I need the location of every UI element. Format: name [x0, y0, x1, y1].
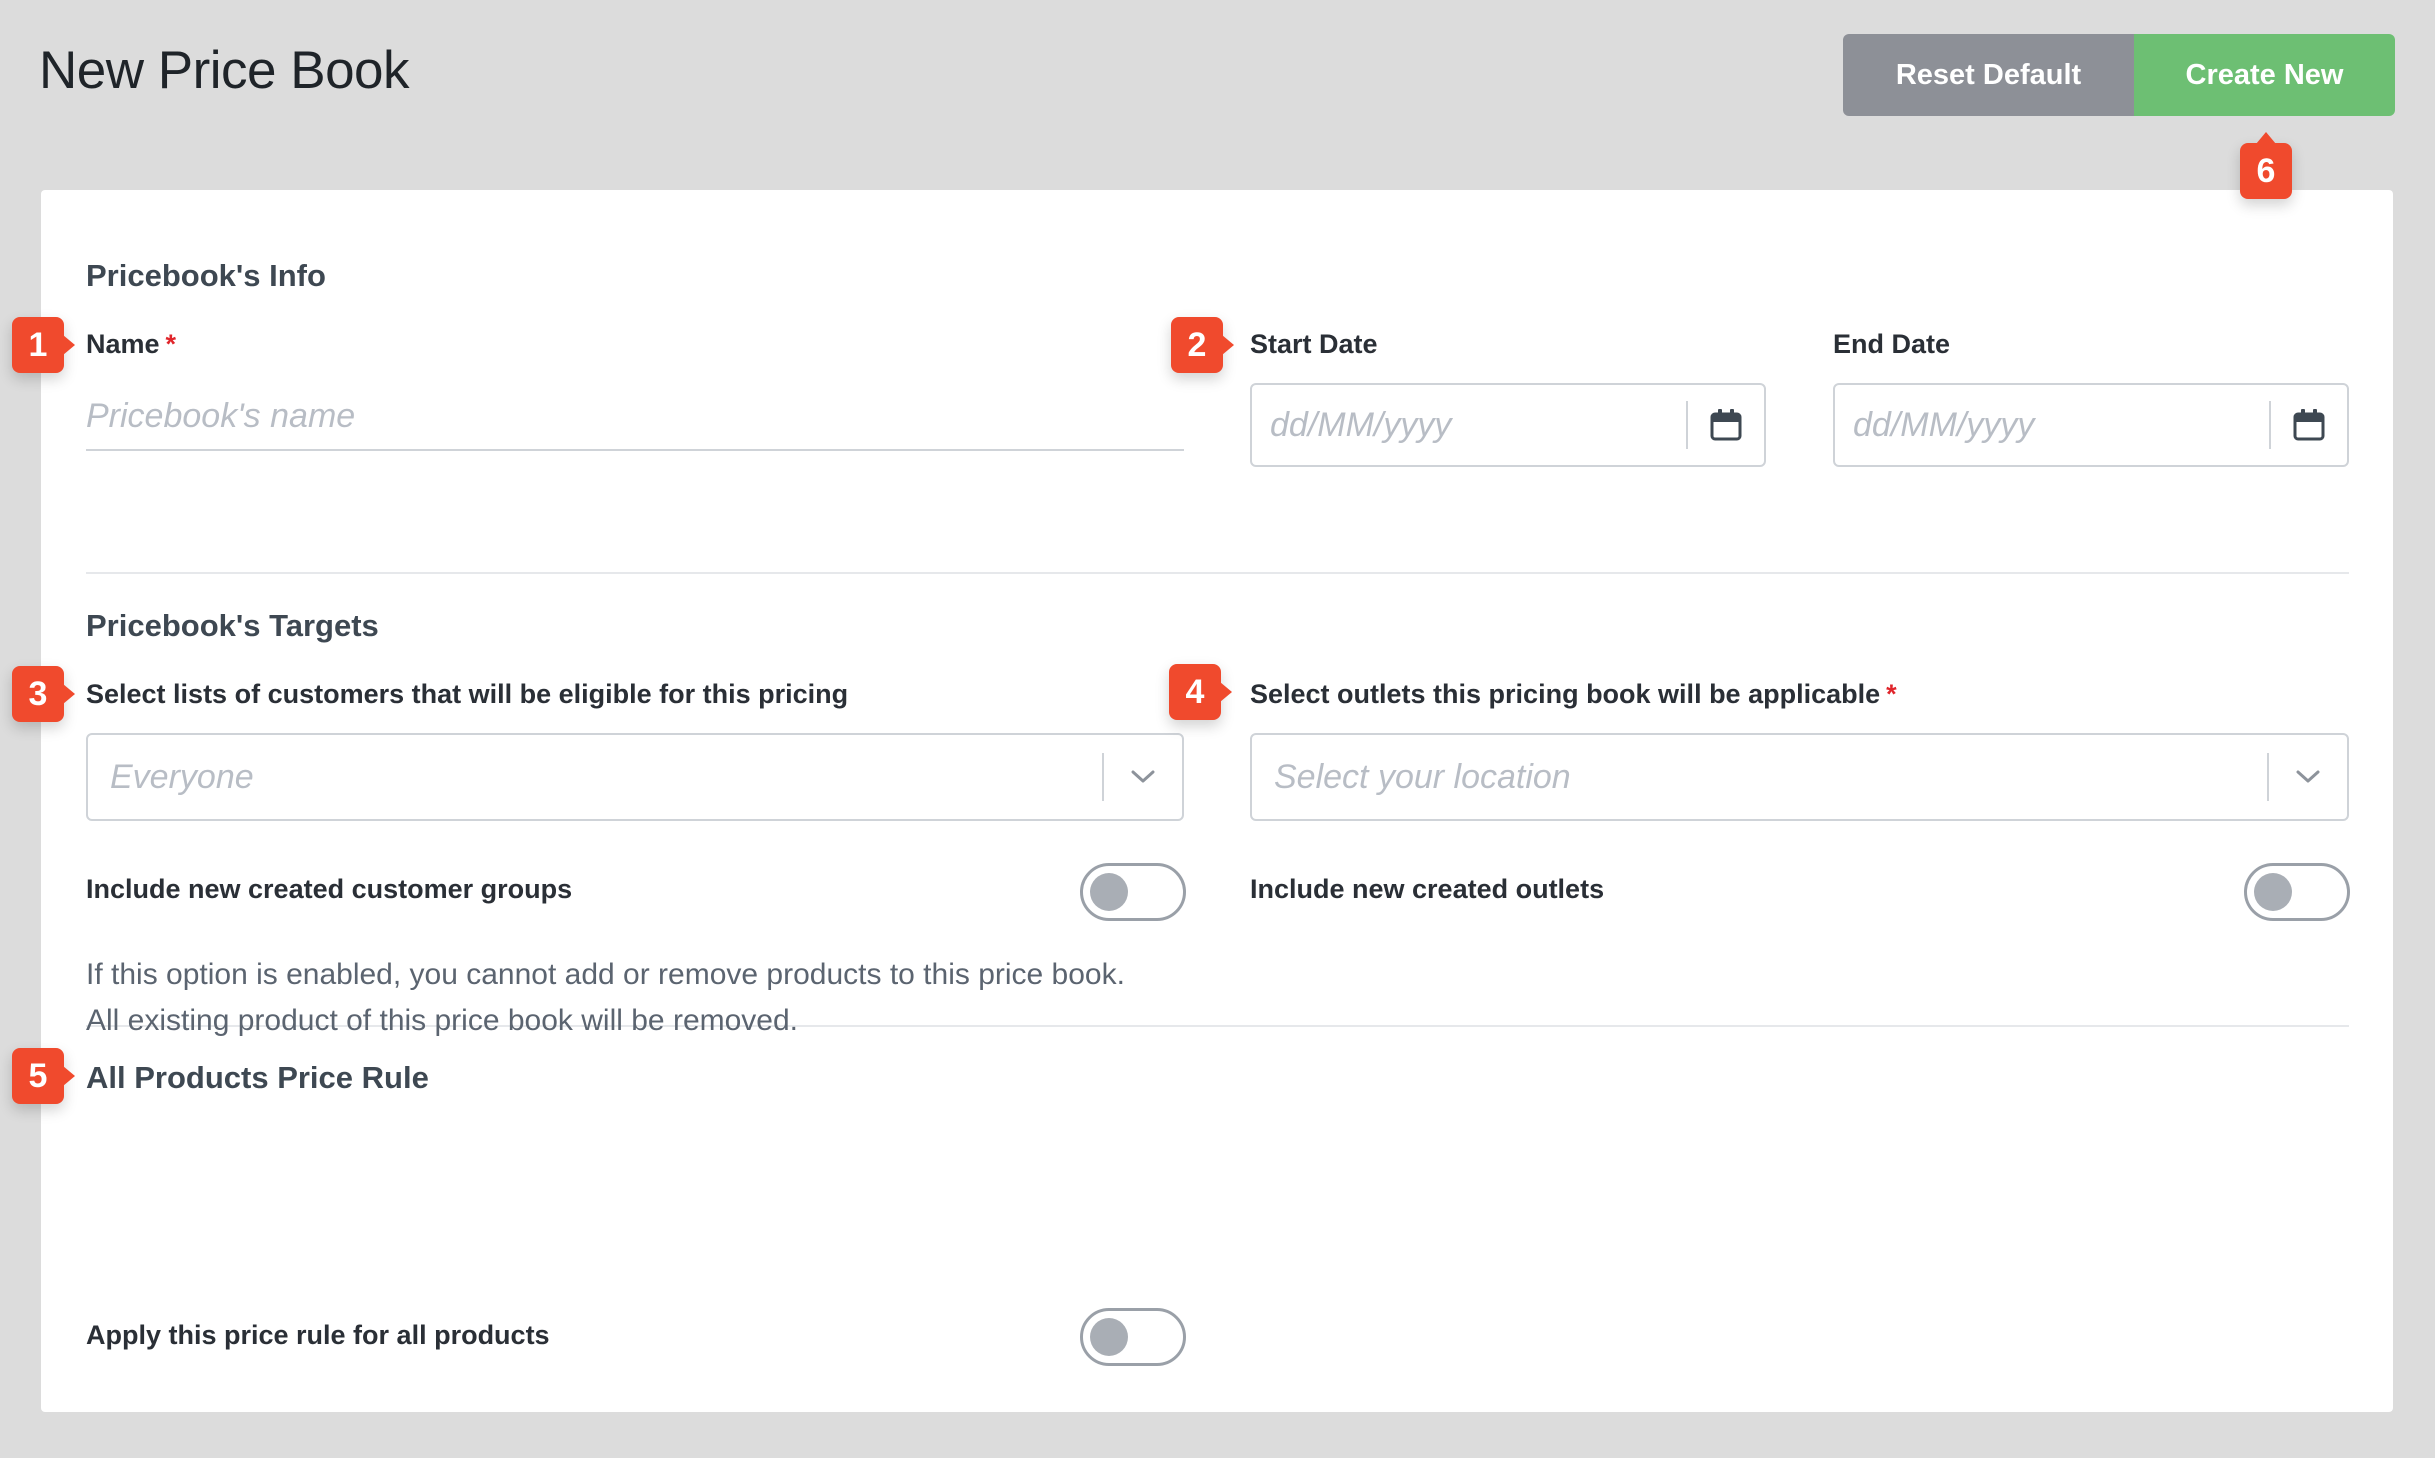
targets-section-title: Pricebook's Targets — [86, 608, 379, 643]
rule-description-line: All existing product of this price book … — [86, 1004, 799, 1037]
customers-select[interactable]: Everyone — [86, 733, 1184, 821]
chevron-down-icon[interactable] — [2269, 735, 2347, 819]
end-date-label: End Date — [1833, 329, 1951, 359]
form-card: Pricebook's Info Name* Start Date End Da… — [41, 190, 2393, 1412]
annotation-badge: 3 — [12, 666, 75, 722]
rule-description-line: If this option is enabled, you cannot ad… — [86, 958, 1125, 991]
chevron-down-icon[interactable] — [1104, 735, 1182, 819]
name-label: Name * — [86, 329, 176, 360]
annotation-badge: 4 — [1169, 664, 1232, 720]
start-date-label: Start Date — [1250, 329, 1378, 359]
apply-all-label: Apply this price rule for all products — [86, 1320, 550, 1350]
toggle-knob — [2254, 873, 2292, 911]
toggle-knob — [1090, 1318, 1128, 1356]
create-new-button[interactable]: Create New — [2134, 34, 2395, 116]
section-divider — [86, 572, 2349, 574]
end-date-input[interactable] — [1835, 404, 2269, 446]
annotation-badge: 2 — [1171, 317, 1234, 373]
rule-description: If this option is enabled, you cannot ad… — [86, 952, 1186, 1044]
rule-section-title: All Products Price Rule — [86, 1060, 429, 1095]
customers-label: Select lists of customers that will be e… — [86, 679, 849, 709]
include-outlets-toggle[interactable] — [2244, 863, 2350, 921]
end-date-field — [1833, 383, 2349, 467]
annotation-badge: 1 — [12, 317, 75, 373]
required-mark: * — [165, 329, 177, 359]
outlets-label-text: Select outlets this pricing book will be… — [1250, 679, 1881, 709]
reset-default-button[interactable]: Reset Default — [1843, 34, 2134, 116]
header-actions: Reset Default Create New — [1843, 34, 2395, 116]
include-groups-toggle[interactable] — [1080, 863, 1186, 921]
name-input[interactable] — [86, 383, 1184, 451]
start-date-input[interactable] — [1252, 404, 1686, 446]
required-mark: * — [1886, 679, 1897, 709]
start-date-field — [1250, 383, 1766, 467]
annotation-badge: 6 — [2240, 132, 2292, 199]
name-label-text: Name — [86, 329, 160, 359]
outlets-select[interactable]: Select your location — [1250, 733, 2349, 821]
include-outlets-label: Include new created outlets — [1250, 874, 1605, 904]
apply-all-toggle[interactable] — [1080, 1308, 1186, 1366]
info-section-title: Pricebook's Info — [86, 258, 326, 293]
outlets-select-value: Select your location — [1274, 757, 1571, 796]
toggle-knob — [1090, 873, 1128, 911]
calendar-icon[interactable] — [2271, 385, 2347, 465]
calendar-icon[interactable] — [1688, 385, 1764, 465]
page-title: New Price Book — [39, 41, 410, 100]
annotation-badge: 5 — [12, 1048, 75, 1104]
page: New Price Book Reset Default Create New … — [0, 0, 2435, 1458]
outlets-label: Select outlets this pricing book will be… — [1250, 679, 1897, 710]
include-groups-label: Include new created customer groups — [86, 874, 573, 904]
customers-select-value: Everyone — [110, 757, 254, 796]
